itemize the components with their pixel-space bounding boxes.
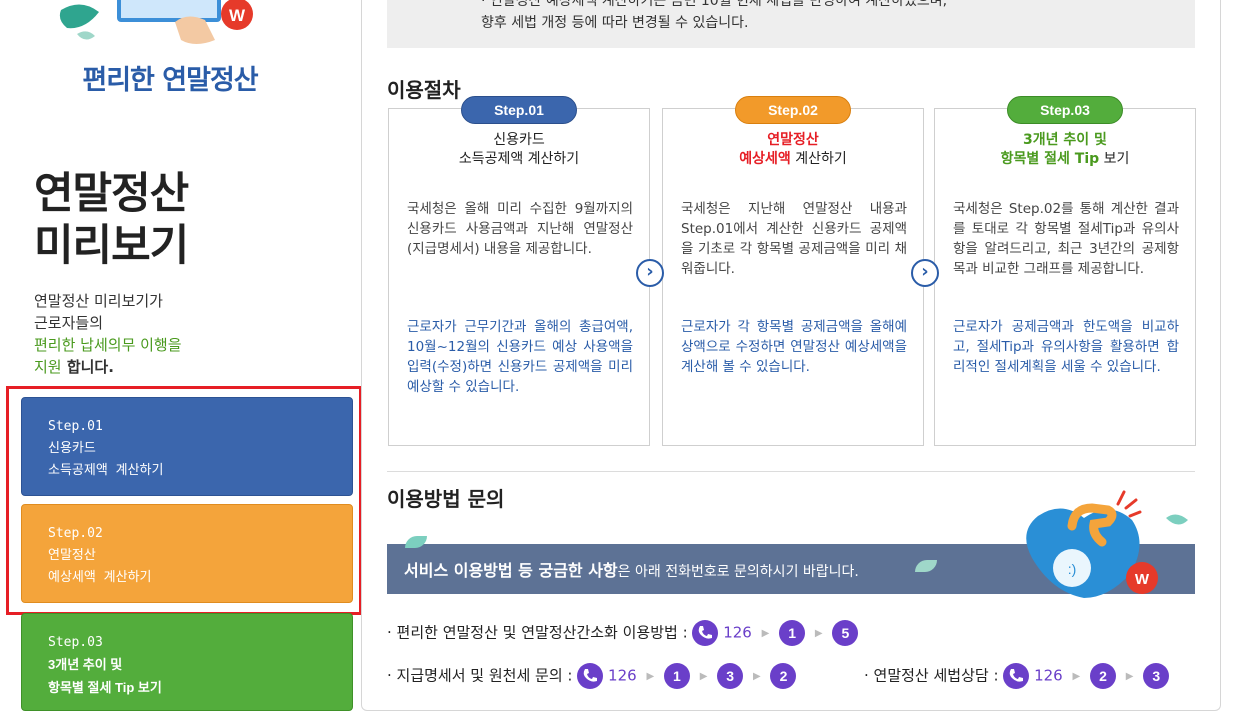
card-03-title: 3개년 추이 및 항목별 절세 Tip 보기 bbox=[935, 131, 1195, 169]
step-01-line3: 소득공제액 계산하기 bbox=[48, 463, 164, 478]
arrow-right-icon: ▶ bbox=[1125, 670, 1134, 682]
step-03-line2-text: 3개년 추이 및 bbox=[48, 657, 123, 672]
notice-box: · 연말정산 예상세액 계산하기는 금번 10월 현재 세법을 반영하여 계산하… bbox=[387, 0, 1195, 48]
step-03-line3-text: 항목별 절세 Tip 보기 bbox=[48, 680, 162, 695]
next-arrow-icon[interactable]: › bbox=[911, 259, 939, 287]
inquiry-section-title: 이용방법 문의 bbox=[387, 487, 505, 511]
procedure-card-step-01: Step.01 신용카드 소득공제액 계산하기 국세청은 올해 미리 수집한 9… bbox=[388, 96, 650, 446]
card-02-body-highlight: 근로자가 각 항목별 공제금액을 올해예상액으로 수정하면 연말정산 예상세액을… bbox=[681, 319, 907, 375]
step-02-line3: 예상세액 계산하기 bbox=[48, 570, 152, 585]
svg-text:W: W bbox=[1135, 571, 1150, 588]
desc-line4: 지원 합니다. bbox=[34, 356, 182, 378]
arrow-right-icon: ▶ bbox=[1072, 670, 1081, 682]
step-02-line2: 연말정산 bbox=[48, 548, 96, 563]
keypad-digit: 3 bbox=[1143, 663, 1170, 689]
contact-tax-law-number: 126 bbox=[1034, 666, 1063, 685]
left-panel: W 편리한 연말정산 연말정산 미리보기 연말정산 미리보기가 근로자들의 편리… bbox=[0, 0, 365, 721]
step-03-pill: Step.03 bbox=[1007, 96, 1123, 124]
contact-withholding-label: · 지급명세서 및 원천세 문의 : bbox=[387, 666, 573, 685]
card-03-title-rest: 보기 bbox=[1099, 151, 1130, 167]
card-02-title-em: 예상세액 bbox=[739, 151, 791, 167]
phone-icon bbox=[692, 620, 719, 646]
inquiry-banner-text: 서비스 이용방법 등 궁금한 사항은 아래 전화번호로 문의하시기 바랍니다. bbox=[404, 557, 859, 581]
step-03-label: Step.03 bbox=[48, 635, 103, 650]
next-arrow-icon[interactable]: › bbox=[636, 259, 664, 287]
contact-row-tax-law: · 연말정산 세법상담 : 126 ▶ 2 ▶ 3 bbox=[864, 663, 1170, 689]
card-02-body: 국세청은 지난해 연말정산 내용과 Step.01에서 계산한 신용카드 공제액… bbox=[681, 201, 907, 277]
procedure-card-step-02: Step.02 연말정산 예상세액 계산하기 국세청은 지난해 연말정산 내용과… bbox=[662, 96, 924, 446]
step-03-button[interactable]: Step.03 3개년 추이 및 항목별 절세 Tip 보기 bbox=[21, 613, 353, 711]
desc-line2: 근로자들의 bbox=[34, 314, 104, 332]
card-03-body-highlight: 근로자가 공제금액과 한도액을 비교하고, 절세Tip과 유의사항을 활용하면 … bbox=[953, 319, 1179, 375]
keypad-digit: 1 bbox=[663, 663, 690, 689]
monitor-illustration-icon: W bbox=[59, 0, 253, 44]
card-03-body: 국세청은 Step.02를 통해 계산한 결과를 토대로 각 항목별 절세Tip… bbox=[953, 201, 1179, 277]
card-01-title-line1: 신용카드 bbox=[493, 132, 545, 148]
arrow-right-icon: ▶ bbox=[752, 670, 761, 682]
call-center-illustration-icon: :) W bbox=[1026, 490, 1188, 598]
svg-text::): :) bbox=[1068, 561, 1077, 577]
page-title-line1: 연말정산 bbox=[34, 169, 189, 219]
card-02-title-line1: 연말정산 bbox=[767, 132, 819, 148]
card-01-title-line2: 소득공제액 계산하기 bbox=[458, 151, 580, 167]
brand-title: 편리한 연말정산 bbox=[82, 65, 258, 96]
keypad-digit: 3 bbox=[717, 663, 744, 689]
contact-tax-law-label: · 연말정산 세법상담 : bbox=[864, 666, 999, 685]
card-02-title: 연말정산 예상세액 계산하기 bbox=[663, 131, 923, 169]
card-03-title-line1: 3개년 추이 및 bbox=[1023, 132, 1107, 148]
step-02-label: Step.02 bbox=[48, 526, 103, 541]
leaf-icon bbox=[915, 560, 937, 572]
desc-line4-em: 지원 bbox=[34, 358, 62, 376]
arrow-right-icon: ▶ bbox=[761, 627, 770, 639]
page-title: 연말정산 미리보기 bbox=[34, 168, 189, 272]
contact-usage-label: · 편리한 연말정산 및 연말정산간소화 이용방법 : bbox=[387, 623, 688, 642]
card-03-title-line2: 항목별 절세 Tip 보기 bbox=[935, 150, 1195, 169]
step-02-pill: Step.02 bbox=[735, 96, 851, 124]
step-01-pill: Step.01 bbox=[461, 96, 577, 124]
contact-row-usage: · 편리한 연말정산 및 연말정산간소화 이용방법 : 126 ▶ 1 ▶ 5 bbox=[387, 620, 859, 646]
step-01-label: Step.01 bbox=[48, 419, 103, 434]
arrow-right-icon: ▶ bbox=[814, 627, 823, 639]
arrow-right-icon: ▶ bbox=[646, 670, 655, 682]
step-01-line2: 신용카드 bbox=[48, 441, 96, 456]
section-divider bbox=[387, 471, 1195, 472]
keypad-digit: 2 bbox=[770, 663, 797, 689]
notice-line1: · 연말정산 예상세액 계산하기는 금번 10월 현재 세법을 반영하여 계산하… bbox=[481, 0, 948, 9]
main-content-panel: · 연말정산 예상세액 계산하기는 금번 10월 현재 세법을 반영하여 계산하… bbox=[361, 0, 1221, 711]
card-01-body-highlight: 근로자가 근무기간과 올해의 총급여액, 10월~12월의 신용카드 예상 사용… bbox=[407, 319, 633, 395]
contact-withholding-number: 126 bbox=[608, 666, 637, 685]
procedure-section-title: 이용절차 bbox=[387, 78, 461, 102]
card-01-title: 신용카드 소득공제액 계산하기 bbox=[389, 131, 649, 169]
procedure-card-step-03: Step.03 3개년 추이 및 항목별 절세 Tip 보기 국세청은 Step… bbox=[934, 96, 1196, 446]
keypad-digit: 1 bbox=[779, 620, 806, 646]
notice-line2: 향후 세법 개정 등에 따라 변경될 수 있습니다. bbox=[481, 15, 749, 31]
card-03-title-a: 항목별 bbox=[1000, 151, 1045, 167]
contact-usage-number: 126 bbox=[723, 623, 752, 642]
step-03-line3: 항목별 절세 Tip 보기 bbox=[48, 677, 326, 700]
banner-rest-text: 은 아래 전화번호로 문의하시기 바랍니다. bbox=[617, 564, 859, 580]
card-01-body: 국세청은 올해 미리 수집한 9월까지의 신용카드 사용금액과 지난해 연말정산… bbox=[407, 201, 633, 257]
keypad-digit: 5 bbox=[832, 620, 859, 646]
phone-icon bbox=[1003, 663, 1030, 689]
desc-line4-rest: 합니다. bbox=[61, 358, 114, 376]
leaf-icon bbox=[405, 536, 427, 548]
card-02-title-rest: 계산하기 bbox=[790, 151, 847, 167]
svg-text:W: W bbox=[229, 6, 246, 25]
keypad-digit: 2 bbox=[1090, 663, 1116, 689]
banner-bold-text: 서비스 이용방법 등 궁금한 사항 bbox=[404, 561, 618, 580]
card-03-title-em: 절세 Tip bbox=[1044, 151, 1100, 167]
page-title-line2: 미리보기 bbox=[34, 221, 189, 271]
phone-icon bbox=[577, 663, 604, 689]
intro-description: 연말정산 미리보기가 근로자들의 편리한 납세의무 이행을 지원 합니다. bbox=[34, 290, 182, 378]
step-01-button[interactable]: Step.01 신용카드 소득공제액 계산하기 bbox=[21, 397, 353, 496]
step-02-button[interactable]: Step.02 연말정산 예상세액 계산하기 bbox=[21, 504, 353, 603]
desc-line3: 편리한 납세의무 이행을 bbox=[34, 336, 182, 354]
contact-row-withholding: · 지급명세서 및 원천세 문의 : 126 ▶ 1 ▶ 3 ▶ 2 bbox=[387, 663, 797, 689]
page: W 편리한 연말정산 연말정산 미리보기 연말정산 미리보기가 근로자들의 편리… bbox=[0, 0, 1234, 721]
desc-line1: 연말정산 미리보기가 bbox=[34, 292, 163, 310]
arrow-right-icon: ▶ bbox=[699, 670, 708, 682]
card-02-title-line2: 예상세액 계산하기 bbox=[663, 150, 923, 169]
step-03-line2: 3개년 추이 및 bbox=[48, 654, 326, 677]
